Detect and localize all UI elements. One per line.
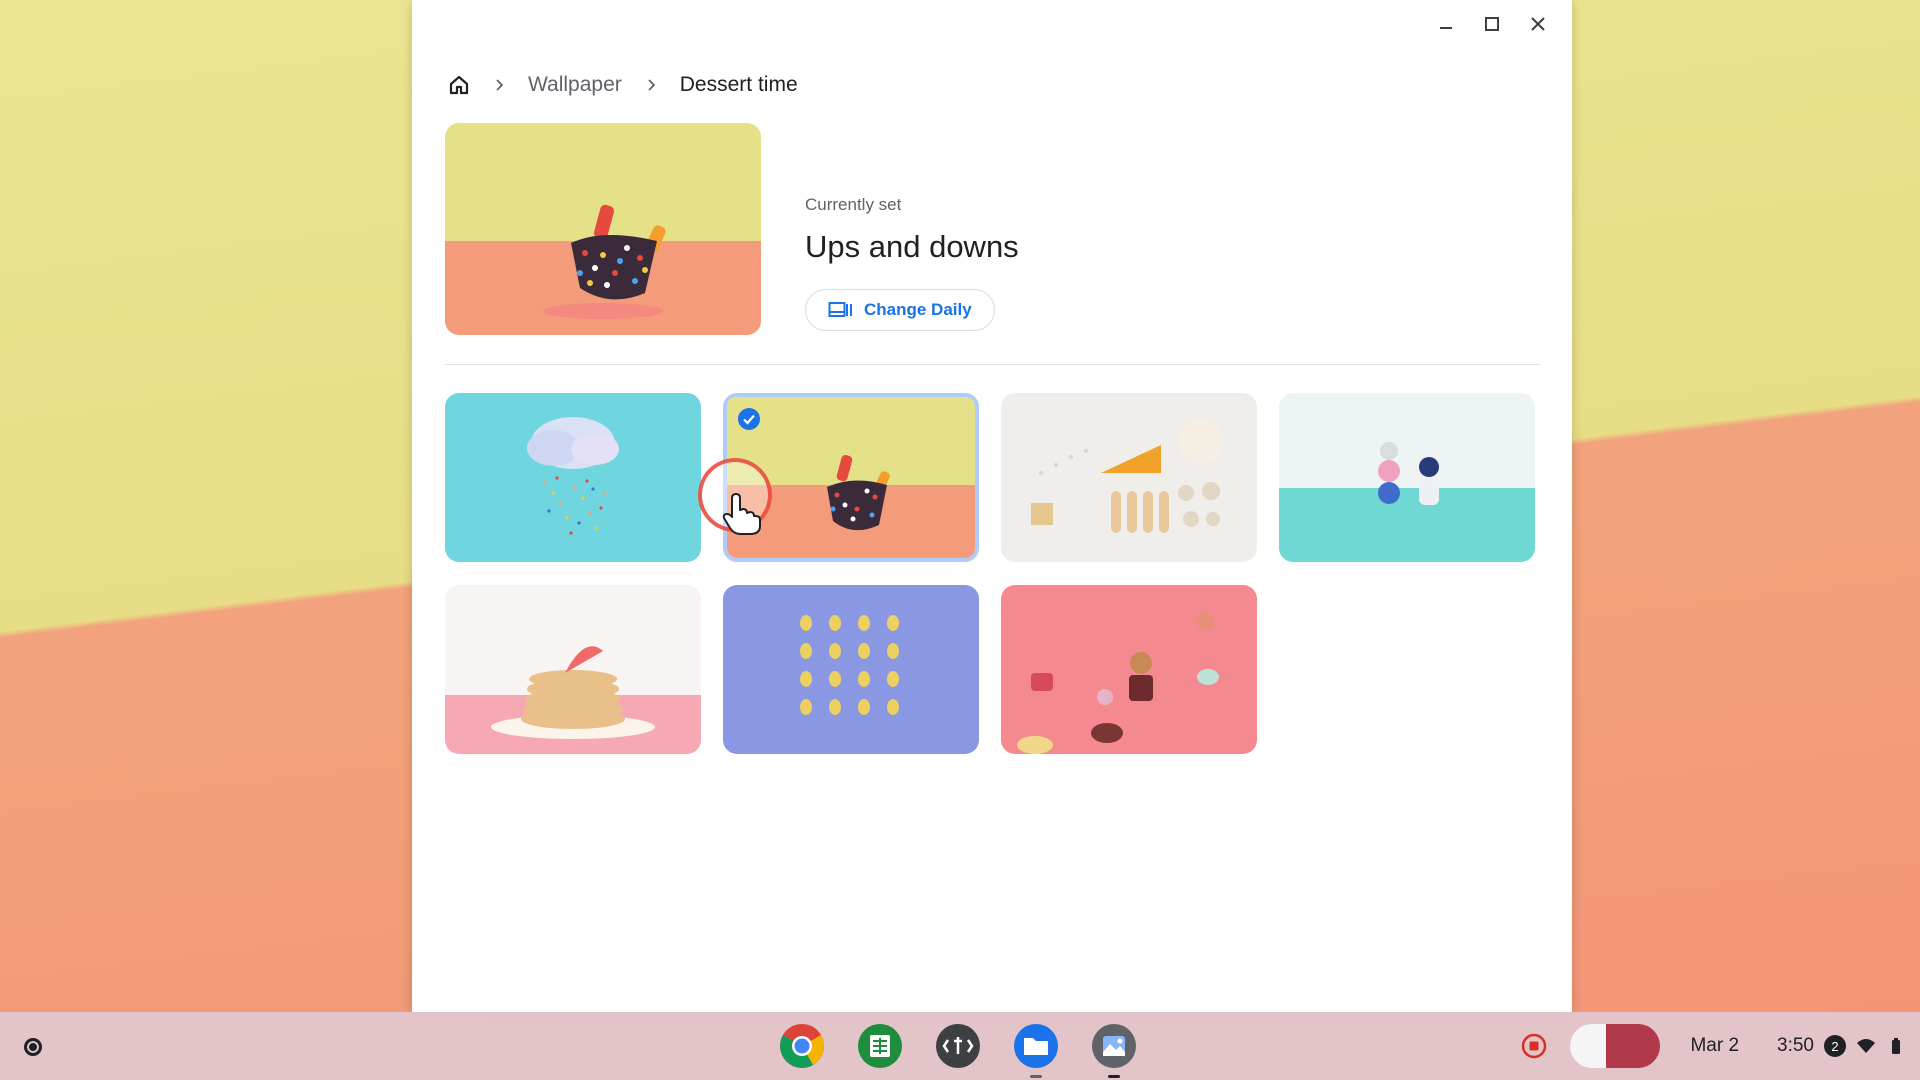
app-terminal[interactable]	[934, 1022, 982, 1070]
breadcrumb-home[interactable]	[444, 70, 474, 100]
current-wallpaper-info: Currently set Ups and downs Change Daily	[805, 195, 1019, 331]
home-icon	[449, 75, 469, 95]
breadcrumb: Wallpaper Dessert time	[444, 70, 802, 100]
holding-space-thumbnails[interactable]	[1570, 1024, 1661, 1068]
selected-check-icon	[738, 408, 760, 430]
chevron-right-icon	[626, 70, 676, 100]
minimize-button[interactable]	[1430, 10, 1462, 38]
sheets-icon	[858, 1024, 902, 1068]
wallpaper-grid	[445, 393, 1535, 754]
hand-cursor-icon	[722, 493, 761, 535]
stop-recording-icon[interactable]	[1518, 1030, 1550, 1062]
date-label: Mar 2	[1690, 1035, 1740, 1056]
change-daily-label: Change Daily	[864, 300, 972, 319]
battery-icon	[1892, 1038, 1900, 1054]
maximize-button[interactable]	[1476, 10, 1508, 38]
wallpaper-tile-stacked-candies[interactable]	[1279, 393, 1535, 562]
pinned-apps	[778, 1022, 1138, 1078]
wallpaper-app-window: Wallpaper Dessert time Currently set Ups…	[412, 0, 1572, 1012]
change-daily-icon	[828, 302, 852, 317]
app-chrome[interactable]	[778, 1022, 826, 1070]
chrome-icon	[780, 1024, 824, 1068]
breadcrumb-current-collection: Dessert time	[679, 73, 798, 96]
shelf: Mar 2 3:50 2	[0, 1012, 1920, 1080]
notification-count-badge: 2	[1824, 1035, 1846, 1057]
current-wallpaper-title: Ups and downs	[805, 229, 1019, 264]
status-tray: Mar 2 3:50 2	[1518, 1012, 1920, 1080]
divider	[445, 364, 1540, 365]
window-controls	[1430, 10, 1554, 38]
wallpaper-tile-macaron-grid[interactable]	[723, 585, 979, 754]
wifi-icon	[1857, 1039, 1875, 1053]
currently-set-label: Currently set	[805, 195, 902, 214]
app-running-indicator	[1108, 1075, 1120, 1078]
wallpaper-app-icon	[1092, 1024, 1136, 1068]
wallpaper-tile-cloud-sprinkles[interactable]	[445, 393, 701, 562]
change-daily-button[interactable]: Change Daily	[805, 289, 995, 331]
wallpaper-tile-macarons-pink[interactable]	[1001, 585, 1257, 754]
app-sheets[interactable]	[856, 1022, 904, 1070]
wallpaper-tile-pancakes[interactable]	[445, 585, 701, 754]
files-icon	[1014, 1024, 1058, 1068]
system-status-area[interactable]: 3:50 2	[1763, 1024, 1920, 1068]
app-wallpaper[interactable]	[1090, 1022, 1138, 1078]
breadcrumb-wallpaper[interactable]: Wallpaper	[524, 71, 626, 99]
current-wallpaper-preview	[445, 123, 761, 335]
time-label: 3:50	[1777, 1035, 1814, 1056]
app-running-indicator	[1030, 1075, 1042, 1078]
maximize-icon	[1485, 17, 1499, 31]
launcher-icon	[24, 1038, 42, 1056]
close-icon	[1531, 17, 1545, 31]
launcher-button[interactable]	[20, 1034, 46, 1060]
date-tray[interactable]: Mar 2	[1672, 1024, 1757, 1068]
close-button[interactable]	[1522, 10, 1554, 38]
chevron-right-icon	[474, 70, 524, 100]
app-files[interactable]	[1012, 1022, 1060, 1078]
terminal-icon	[936, 1024, 980, 1068]
wallpaper-tile-baking-ingredients[interactable]	[1001, 393, 1257, 562]
minimize-icon	[1440, 27, 1452, 29]
